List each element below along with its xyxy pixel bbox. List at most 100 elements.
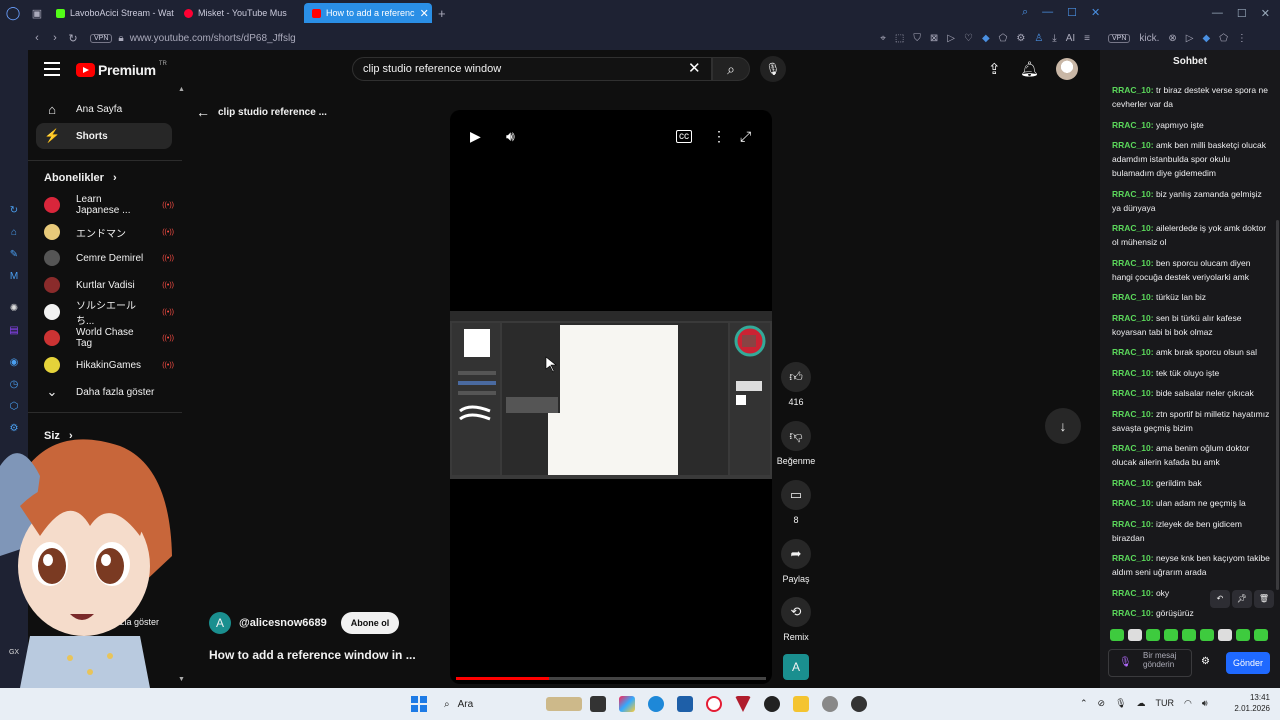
captions-icon[interactable]: cc — [676, 130, 692, 143]
chat-username[interactable]: RRAC_10: — [1112, 519, 1154, 529]
microphone-icon[interactable]: 🎙︎ — [1119, 658, 1132, 668]
chat-message[interactable]: RRAC_10: biz yanlış zamanda gelmişiz ya … — [1112, 187, 1270, 215]
emote-icon[interactable] — [1254, 629, 1268, 641]
file-explorer-icon[interactable] — [793, 696, 809, 712]
reload-icon[interactable]: ↻ — [64, 32, 82, 45]
chat-username[interactable]: RRAC_10: — [1112, 478, 1154, 488]
channel-avatar[interactable]: A — [209, 612, 231, 634]
chatgpt-icon[interactable]: ✺ — [7, 302, 21, 316]
wifi-icon[interactable]: ◠ — [1184, 698, 1192, 709]
chat-message[interactable]: RRAC_10: ailelerdede iş yok amk doktor o… — [1112, 221, 1270, 249]
remix-icon[interactable]: ⟲ — [781, 597, 811, 627]
chevron-up-icon[interactable]: ⌃ — [1080, 698, 1088, 709]
app-icon[interactable] — [851, 696, 867, 712]
menu-icon[interactable] — [44, 62, 60, 76]
download-icon[interactable]: ⤓ — [1052, 33, 1056, 44]
close-window-button[interactable]: ✕ — [1091, 6, 1100, 19]
play-icon[interactable]: ▶ — [470, 128, 481, 145]
menu-icon[interactable]: ⋮ — [1237, 33, 1247, 44]
chat-message[interactable]: RRAC_10: ztn sportif bi milletiz hayatım… — [1112, 407, 1270, 435]
puzzle-icon[interactable]: ⬠ — [1219, 33, 1228, 44]
chat-username[interactable]: RRAC_10: — [1112, 498, 1154, 508]
emote-icon[interactable] — [1200, 629, 1214, 641]
like-action[interactable]: 👍︎ 416 — [780, 362, 812, 407]
edge-icon[interactable] — [648, 696, 664, 712]
steam-icon[interactable] — [764, 696, 780, 712]
workspaces-icon[interactable]: ▣ — [26, 7, 48, 20]
send-button[interactable]: Gönder — [1226, 652, 1270, 674]
subscribe-button[interactable]: Abone ol — [340, 612, 400, 634]
minimize-button[interactable]: — — [1212, 7, 1223, 20]
twitch-icon[interactable]: ▤ — [7, 324, 21, 338]
close-tab-icon[interactable]: ✕ — [420, 7, 429, 20]
forward-icon[interactable]: › — [46, 32, 64, 44]
next-short-button[interactable]: ↓ — [1045, 408, 1081, 444]
chat-message[interactable]: RRAC_10: ben sporcu olucam diyen hangi ç… — [1112, 256, 1270, 284]
search-button[interactable]: ⌕ — [712, 57, 750, 81]
chat-message[interactable]: RRAC_10: amk ben milli basketçi olucak a… — [1112, 138, 1270, 180]
chat-message[interactable]: RRAC_10: sen bi türkü alır kafese koyars… — [1112, 311, 1270, 339]
microphone-icon[interactable]: 🎙︎ — [1115, 698, 1126, 709]
store-icon[interactable] — [677, 696, 693, 712]
chat-username[interactable]: RRAC_10: — [1112, 553, 1154, 563]
sidebar-item-shorts[interactable]: ⚡ Shorts — [36, 123, 172, 149]
fullscreen-icon[interactable]: ⤢ — [740, 128, 751, 145]
minimize-button[interactable]: — — [1042, 6, 1053, 19]
chat-username[interactable]: RRAC_10: — [1112, 292, 1154, 302]
sidebar-item-home[interactable]: ⌂ Ana Sayfa — [36, 96, 172, 122]
comment-icon[interactable]: ▭ — [781, 480, 811, 510]
heart-icon[interactable]: ♡ — [964, 33, 973, 44]
delete-icon[interactable]: 🗑︎ — [1254, 590, 1274, 608]
avatar[interactable] — [1056, 58, 1078, 80]
url-field[interactable]: kick. — [1139, 33, 1159, 44]
task-view-icon[interactable] — [590, 696, 606, 712]
subscription-item[interactable]: Kurtlar Vadisi ((•)) — [44, 275, 174, 295]
valorant-icon[interactable] — [735, 696, 751, 712]
taskbar-search[interactable]: ⌕ Ara — [440, 694, 582, 714]
voice-search-icon[interactable]: 🎙︎ — [760, 56, 786, 82]
cloud-icon[interactable]: ☁ — [1137, 698, 1146, 709]
menu-icon[interactable]: ≡ — [1084, 33, 1090, 44]
pin-icon[interactable]: 📌︎ — [1232, 590, 1252, 608]
tab-youtube-music[interactable]: Misket - YouTube Mus — [176, 3, 304, 23]
chat-username[interactable]: RRAC_10: — [1112, 443, 1154, 453]
settings-icon[interactable]: ⚙ — [1016, 33, 1025, 44]
emote-icon[interactable] — [1218, 629, 1232, 641]
player-icon[interactable]: ◉ — [7, 356, 21, 370]
chat-username[interactable]: RRAC_10: — [1112, 388, 1154, 398]
thumbs-down-icon[interactable]: 👎︎ — [781, 421, 811, 451]
chat-settings-icon[interactable]: ⚙ — [1201, 656, 1210, 667]
remix-action[interactable]: ⟲ Remix — [780, 597, 812, 642]
chat-username[interactable]: RRAC_10: — [1112, 368, 1154, 378]
opera-logo-icon[interactable]: ◯ — [0, 0, 26, 26]
vpn-badge[interactable]: VPN — [90, 33, 113, 43]
share-action[interactable]: ➦ Paylaş — [780, 539, 812, 584]
chat-username[interactable]: RRAC_10: — [1112, 313, 1154, 323]
clear-search-icon[interactable]: ✕ — [688, 59, 701, 77]
subscriptions-heading[interactable]: Abonelikler › — [44, 172, 117, 184]
vpn-badge[interactable]: VPN — [1108, 33, 1131, 43]
chat-message[interactable]: RRAC_10: izleyek de ben gidicem birazdan — [1112, 517, 1270, 545]
emote-icon[interactable] — [1164, 629, 1178, 641]
emote-icon[interactable] — [1146, 629, 1160, 641]
windows-start-icon[interactable] — [411, 696, 427, 712]
emote-icon[interactable] — [1182, 629, 1196, 641]
volume-icon[interactable]: 🔊︎ — [1202, 698, 1208, 709]
url-field[interactable]: www.youtube.com/shorts/dP68_Jffslg — [130, 33, 296, 44]
aria-icon[interactable]: ⌂ — [7, 226, 21, 240]
snapshot-icon[interactable]: ⬚ — [895, 33, 904, 44]
chat-username[interactable]: RRAC_10: — [1112, 223, 1154, 233]
upload-icon[interactable]: ⇪ — [988, 60, 1001, 78]
chat-username[interactable]: RRAC_10: — [1112, 608, 1154, 618]
chat-message-list[interactable]: RRAC_10: tr biraz destek verse spora ne … — [1112, 83, 1270, 627]
chat-message[interactable]: RRAC_10: gerildim bak — [1112, 476, 1270, 490]
language-indicator[interactable]: TUR — [1156, 698, 1175, 709]
chat-username[interactable]: RRAC_10: — [1112, 140, 1154, 150]
history-icon[interactable]: ↻ — [7, 204, 21, 218]
play-icon[interactable]: ▷ — [947, 33, 955, 44]
subscription-item[interactable]: Learn Japanese ... ((•)) — [44, 194, 174, 216]
network-off-icon[interactable]: ⊘ — [1098, 698, 1106, 709]
chat-message[interactable]: RRAC_10: neyse knk ben kaçıyom takibe al… — [1112, 551, 1270, 579]
notifications-bell-icon[interactable]: 🔔︎ — [1020, 60, 1039, 78]
tab-youtube-short[interactable]: How to add a referenc ✕ — [304, 3, 432, 23]
